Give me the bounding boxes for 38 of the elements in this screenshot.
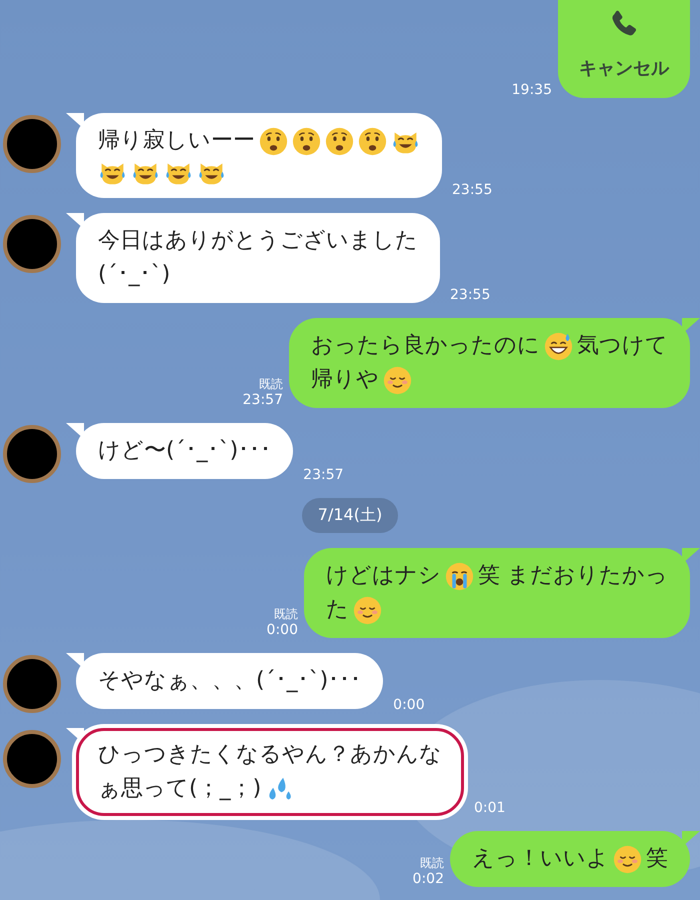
message-time: 0:00	[266, 622, 298, 638]
message-time: 23:57	[303, 467, 344, 483]
message-text: 気つけて	[577, 332, 668, 360]
message-text: 笑	[646, 845, 668, 873]
worried-face-icon	[325, 126, 354, 156]
message-text: ぁ思って(；_；)	[98, 775, 262, 803]
message-text: 今日はありがとうございました	[98, 227, 418, 255]
worried-face-icon	[358, 126, 387, 156]
message-time: 23:55	[450, 287, 490, 303]
message-text: そやなぁ、、、(´･_･`)･･･	[98, 667, 362, 695]
message-text: えっ！いいよ	[472, 845, 609, 873]
message-text: 帰りや	[311, 366, 379, 394]
date-divider: 7/14(土)	[302, 498, 398, 533]
message-text: 帰り寂しいーー	[98, 127, 255, 155]
message-time: 0:00	[393, 697, 425, 713]
smiling-face-icon	[613, 844, 642, 874]
message-text: 笑 まだおりたかっ	[478, 562, 668, 590]
message-time: 0:01	[474, 800, 506, 816]
message-text: けど〜(´･_･`)･･･	[98, 437, 272, 465]
message-text: けどはナシ	[326, 562, 441, 590]
read-receipt: 既読	[259, 376, 283, 392]
message-text: た	[326, 596, 349, 624]
smiling-face-icon	[353, 596, 382, 624]
message-time: 0:02	[412, 871, 444, 887]
worried-face-icon	[259, 126, 288, 156]
message-time: 19:35	[512, 82, 552, 98]
message-text: ひっつきたくなるやん？あかんな	[98, 741, 442, 769]
message-time: 23:57	[242, 392, 283, 408]
read-receipt: 既読	[420, 855, 444, 871]
message-time: 23:55	[452, 182, 492, 198]
message-text: おったら良かったのに	[311, 332, 540, 360]
crying-face-icon	[445, 562, 474, 590]
message-text: (´･_･`)	[98, 261, 170, 289]
read-receipt: 既読	[274, 606, 298, 622]
smiling-face-icon	[383, 366, 412, 394]
call-bubble[interactable]: キャンセル	[558, 0, 690, 98]
sweat-smile-face-icon	[544, 332, 573, 360]
worried-face-icon	[292, 126, 321, 156]
